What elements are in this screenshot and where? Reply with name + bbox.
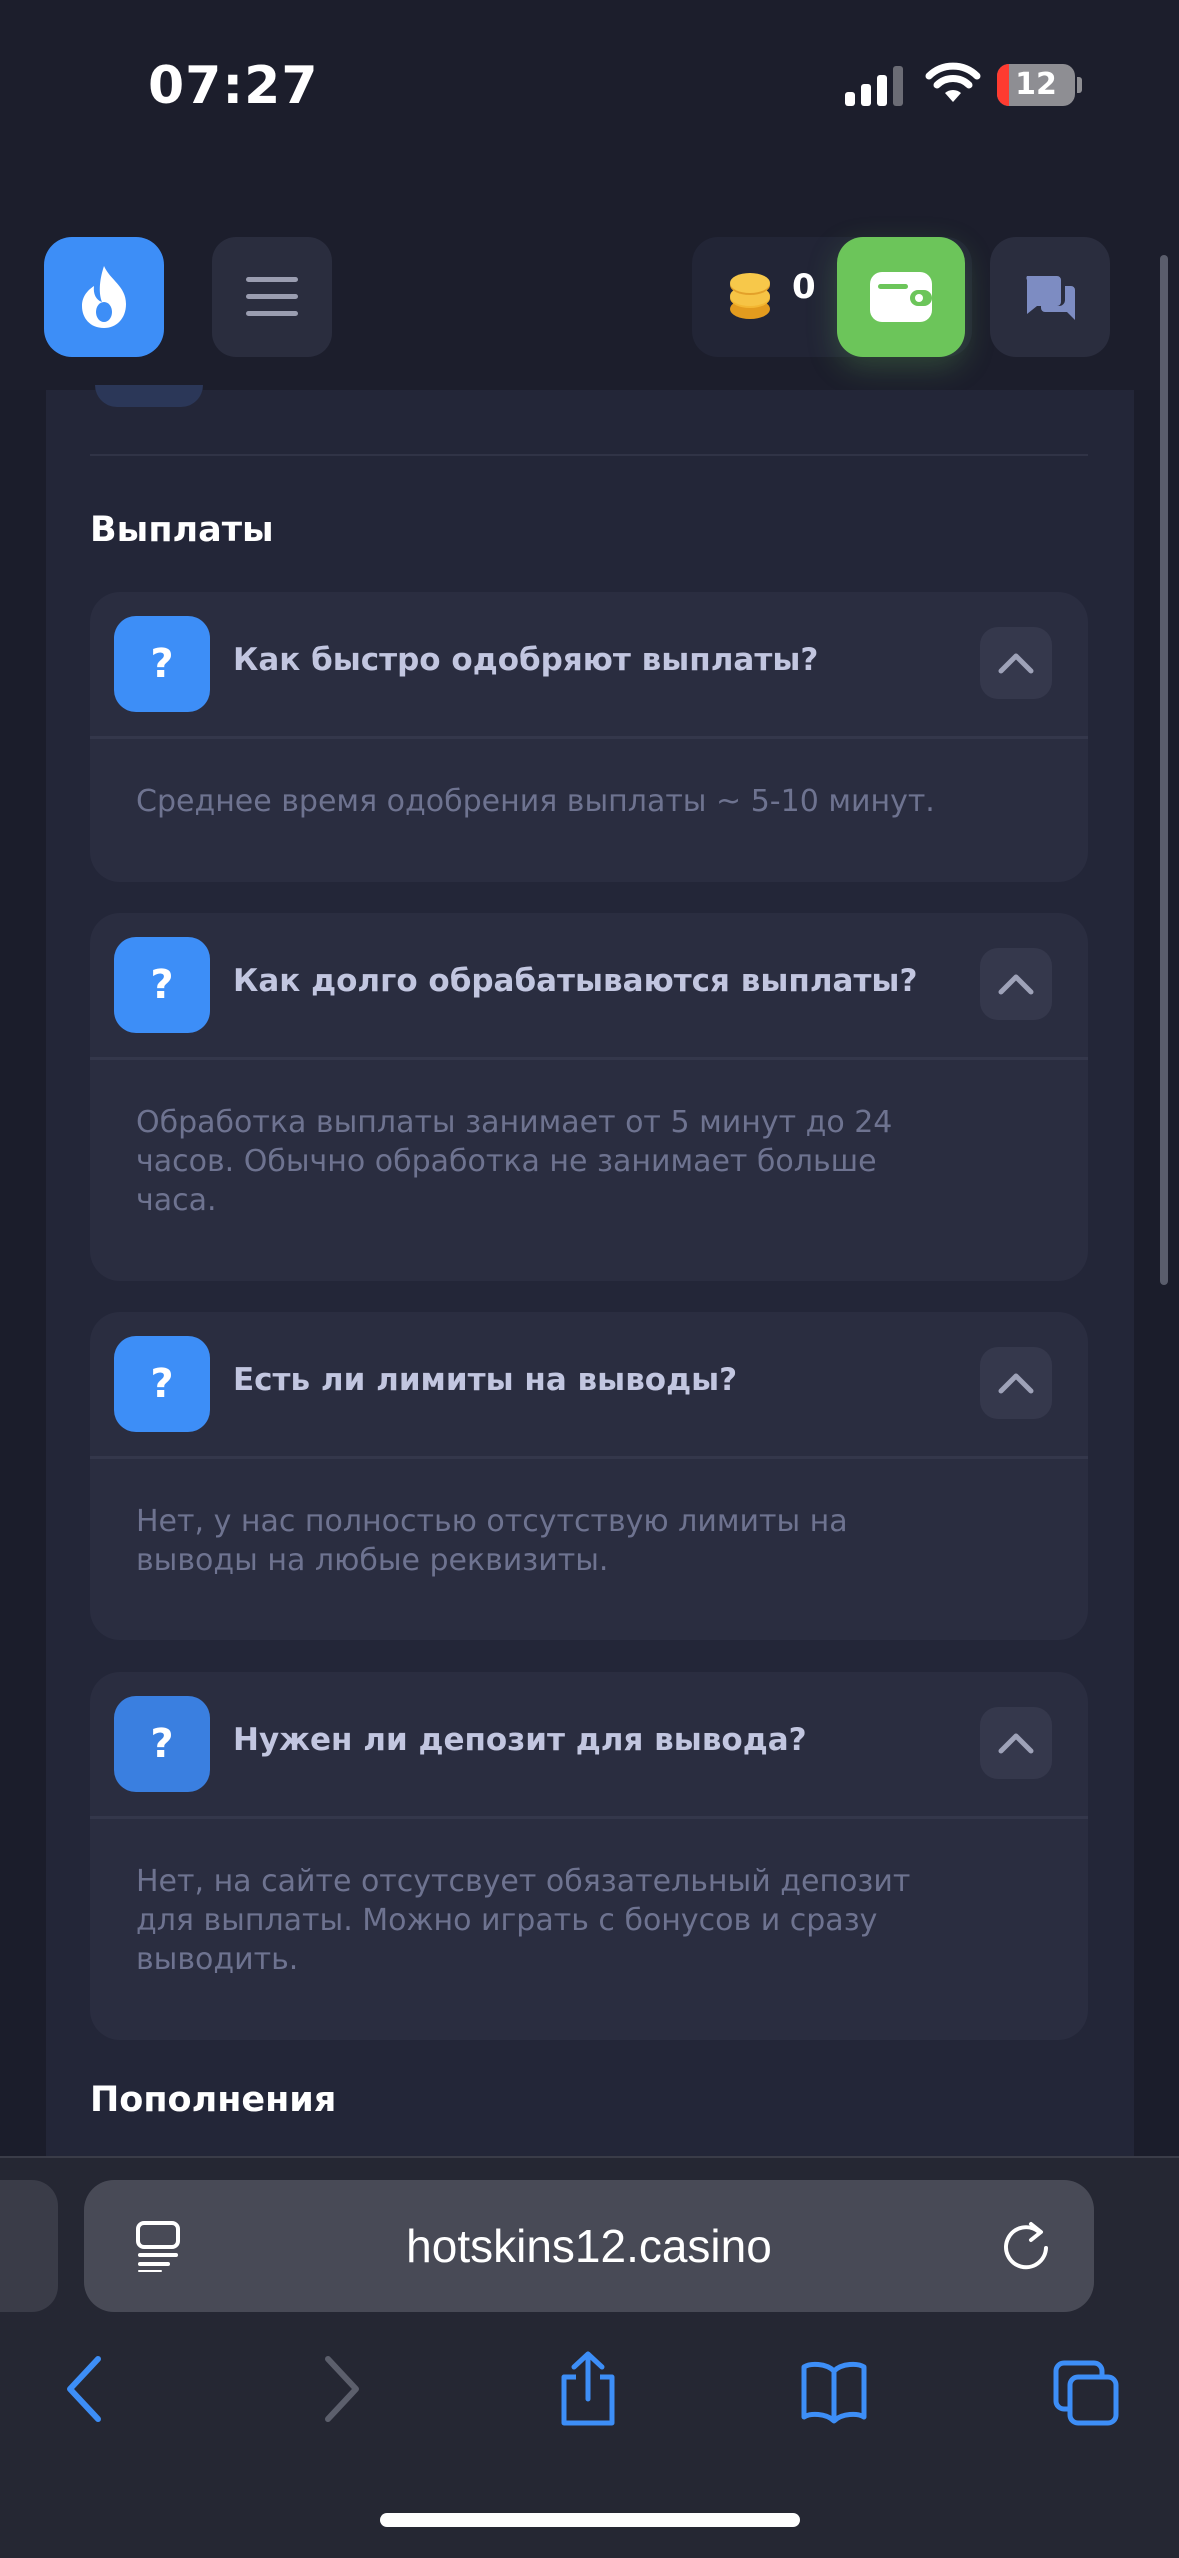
question-icon: ? — [114, 937, 210, 1033]
tabs-icon[interactable] — [1052, 2351, 1120, 2427]
section-divider — [90, 454, 1088, 456]
section-title-deposits: Пополнения — [90, 2080, 337, 2120]
faq-question[interactable]: Как долго обрабатываются выплаты? — [233, 963, 917, 999]
previous-tab-preview[interactable] — [0, 2180, 58, 2312]
balance-value: 0 — [792, 267, 816, 307]
chevron-up-icon — [998, 653, 1034, 674]
chat-icon — [1026, 276, 1075, 320]
share-icon[interactable] — [554, 2351, 622, 2427]
question-icon: ? — [114, 1696, 210, 1792]
reload-icon[interactable] — [999, 2218, 1053, 2274]
cellular-signal-icon — [845, 66, 903, 106]
collapse-button[interactable] — [980, 627, 1052, 699]
faq-question[interactable]: Как быстро одобряют выплаты? — [233, 642, 818, 678]
faq-divider — [90, 1057, 1088, 1060]
chevron-up-icon — [998, 1373, 1034, 1394]
faq-item: ? Нужен ли депозит для вывода? Нет, на с… — [90, 1672, 1088, 2040]
forward-icon[interactable] — [306, 2351, 374, 2427]
wallet-button[interactable] — [837, 237, 965, 357]
collapse-button[interactable] — [980, 1347, 1052, 1419]
back-icon[interactable] — [52, 2351, 120, 2427]
faq-answer: Нет, на сайте отсутсвует обязательный де… — [136, 1864, 911, 1977]
collapse-button[interactable] — [980, 1707, 1052, 1779]
status-time: 07:27 — [148, 56, 319, 116]
section-title-payouts: Выплаты — [90, 510, 274, 550]
question-icon: ? — [114, 616, 210, 712]
flame-icon — [82, 266, 126, 328]
faq-divider — [90, 1816, 1088, 1819]
faq-question[interactable]: Есть ли лимиты на выводы? — [233, 1362, 737, 1398]
chevron-up-icon — [998, 974, 1034, 995]
battery-level: 12 — [1015, 67, 1057, 102]
site-header: 0 — [0, 200, 1179, 390]
wallet-icon — [870, 272, 932, 322]
wifi-icon — [925, 62, 981, 102]
faq-item: ? Как быстро одобряют выплаты? Среднее в… — [90, 592, 1088, 882]
url-text: hotskins12.casino — [406, 2220, 772, 2272]
coins-icon — [730, 273, 770, 319]
chevron-up-icon — [998, 1733, 1034, 1754]
battery-tip — [1077, 77, 1082, 93]
faq-divider — [90, 736, 1088, 739]
hamburger-icon — [246, 277, 298, 316]
home-indicator[interactable] — [380, 2513, 800, 2527]
faq-divider — [90, 1456, 1088, 1459]
collapse-button[interactable] — [980, 948, 1052, 1020]
faq-answer: Нет, у нас полностью отсутствую лимиты н… — [136, 1504, 848, 1578]
question-icon: ? — [114, 1336, 210, 1432]
menu-button[interactable] — [212, 237, 332, 357]
faq-item: ? Как долго обрабатываются выплаты? Обра… — [90, 913, 1088, 1281]
faq-item: ? Есть ли лимиты на выводы? Нет, у нас п… — [90, 1312, 1088, 1640]
battery-icon: 12 — [997, 64, 1075, 106]
logo-button[interactable] — [44, 237, 164, 357]
address-bar[interactable]: hotskins12.casino — [84, 2180, 1094, 2312]
page-scrollbar[interactable] — [1160, 255, 1168, 1285]
browser-toolbar: hotskins12.casino — [0, 2156, 1179, 2558]
status-bar: 07:27 12 — [0, 0, 1179, 200]
faq-answer: Среднее время одобрения выплаты ~ 5-10 м… — [136, 784, 935, 819]
bookmarks-icon[interactable] — [800, 2351, 868, 2427]
faq-answer: Обработка выплаты занимает от 5 минут до… — [136, 1105, 893, 1218]
chat-button[interactable] — [990, 237, 1110, 357]
faq-question[interactable]: Нужен ли депозит для вывода? — [233, 1722, 807, 1758]
previous-item-stub — [95, 385, 203, 407]
